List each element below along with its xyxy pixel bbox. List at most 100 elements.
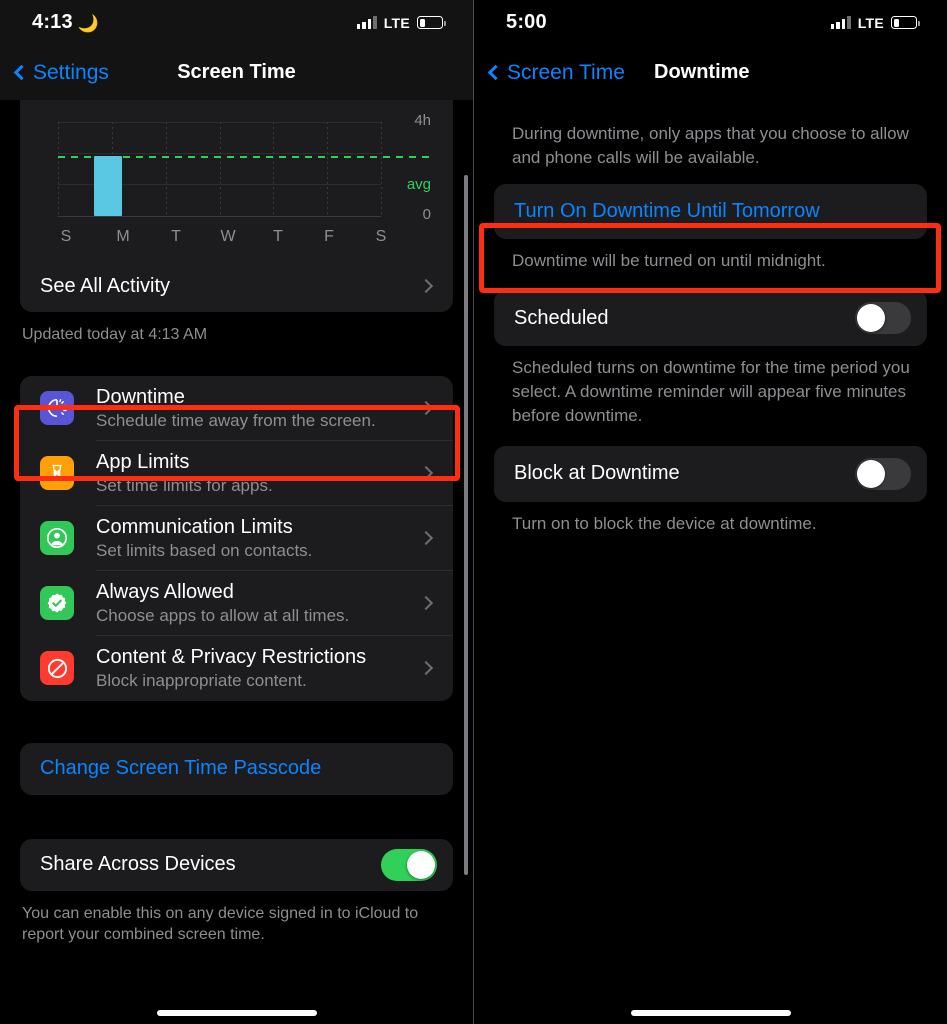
left-status-bar: 4:13 🌙 LTE xyxy=(0,0,473,45)
downtime-title: Downtime xyxy=(96,385,185,408)
downtime-subtitle: Schedule time away from the screen. xyxy=(96,410,376,430)
carrier-label: LTE xyxy=(857,14,884,31)
left-scroll-area[interactable]: 4h avg 0 S M T W T F S See All Activity xyxy=(0,100,473,1024)
screen-time-chart-card[interactable]: 4h avg 0 S M T W T F S See All Activity xyxy=(20,100,453,312)
hourglass-icon xyxy=(40,456,74,491)
block-at-downtime-toggle[interactable] xyxy=(855,457,911,490)
x-axis-label-6: S xyxy=(375,228,387,245)
block-at-downtime-note: Turn on to block the device at downtime. xyxy=(512,513,817,533)
vgridline-6 xyxy=(381,122,382,216)
share-across-devices-toggle[interactable] xyxy=(381,848,437,881)
block-at-downtime-card[interactable]: Block at Downtime xyxy=(494,445,927,502)
no-entry-icon xyxy=(40,651,74,686)
screen-time-features-card: Downtime Schedule time away from the scr… xyxy=(20,375,453,701)
chevron-right-icon xyxy=(418,278,434,294)
carrier-label: LTE xyxy=(383,14,410,31)
moon-clock-icon xyxy=(40,391,74,426)
change-passcode-row[interactable]: Change Screen Time Passcode xyxy=(20,743,453,795)
status-time: 4:13 xyxy=(32,11,73,33)
back-to-settings-button[interactable]: Settings xyxy=(13,60,109,85)
turn-on-downtime-button[interactable]: Turn On Downtime Until Tomorrow xyxy=(494,183,927,239)
person-circle-icon xyxy=(40,521,74,556)
share-across-devices-label: Share Across Devices xyxy=(40,853,236,876)
vgridline-3 xyxy=(219,122,221,216)
x-axis-label-0: S xyxy=(60,228,72,245)
passcode-card[interactable]: Change Screen Time Passcode xyxy=(20,742,453,795)
sidebar-item-communication-limits[interactable]: Communication Limits Set limits based on… xyxy=(20,506,453,571)
downtime-description: During downtime, only apps that you choo… xyxy=(512,124,909,167)
content-privacy-text-group: Content & Privacy Restrictions Block ina… xyxy=(96,646,421,691)
group-spacer-2 xyxy=(0,701,473,743)
cellular-signal-icon xyxy=(356,16,377,29)
chart-bar-monday xyxy=(93,155,122,216)
chevron-right-icon xyxy=(418,661,434,676)
weekly-usage-chart: 4h avg 0 S M T W T F S xyxy=(38,100,439,260)
back-label: Settings xyxy=(33,60,109,84)
chevron-right-icon xyxy=(418,466,434,481)
chevron-right-icon xyxy=(418,531,434,546)
sidebar-item-always-allowed[interactable]: Always Allowed Choose apps to allow at a… xyxy=(20,571,453,636)
chevron-right-icon xyxy=(418,596,434,611)
y-axis-label-max: 4h xyxy=(414,112,431,129)
block-at-downtime-label: Block at Downtime xyxy=(514,462,680,485)
app-limits-subtitle: Set time limits for apps. xyxy=(96,475,273,495)
vgridline-0 xyxy=(58,122,59,216)
crescent-moon-icon: 🌙 xyxy=(77,14,100,33)
checkmark-seal-icon xyxy=(40,586,74,621)
communication-limits-text-group: Communication Limits Set limits based on… xyxy=(96,516,421,561)
x-axis-label-1: M xyxy=(116,228,130,245)
app-limits-text-group: App Limits Set time limits for apps. xyxy=(96,451,421,496)
turn-on-downtime-note: Downtime will be turned on until midnigh… xyxy=(512,250,826,270)
right-phone-screen: 5:00 LTE Screen Time Downtime During dow… xyxy=(473,0,947,1024)
share-across-devices-card: Share Across Devices xyxy=(20,838,453,891)
right-status-bar: 5:00 LTE xyxy=(474,0,947,45)
scrollbar-thumb[interactable] xyxy=(464,175,468,875)
share-across-devices-footnote: You can enable this on any device signed… xyxy=(22,904,419,944)
right-status-time-group: 5:00 xyxy=(506,11,547,34)
see-all-activity-label: See All Activity xyxy=(40,274,171,297)
content-privacy-title: Content & Privacy Restrictions xyxy=(96,645,367,668)
back-to-screen-time-button[interactable]: Screen Time xyxy=(487,60,625,85)
x-axis-label-2: T xyxy=(171,228,181,245)
y-axis-label-avg: avg xyxy=(406,176,431,193)
home-indicator xyxy=(630,1010,791,1016)
right-nav-bar: Screen Time Downtime xyxy=(474,45,947,100)
group-spacer-3 xyxy=(0,795,473,839)
status-time: 5:00 xyxy=(506,11,547,33)
vgridline-4 xyxy=(273,122,275,216)
communication-limits-title: Communication Limits xyxy=(96,515,293,538)
left-nav-bar: Settings Screen Time xyxy=(0,45,473,100)
chevron-left-icon xyxy=(13,64,30,81)
chevron-left-icon xyxy=(487,64,504,81)
always-allowed-text-group: Always Allowed Choose apps to allow at a… xyxy=(96,581,421,626)
group-spacer-1 xyxy=(0,346,473,376)
left-status-indicators: LTE xyxy=(356,14,446,31)
share-label-group: Share Across Devices xyxy=(40,853,381,876)
left-phone-screen: 4:13 🌙 LTE Settings Screen Time 4h avg 0… xyxy=(0,0,473,1024)
communication-limits-subtitle: Set limits based on contacts. xyxy=(96,540,313,560)
chevron-right-icon xyxy=(418,401,434,416)
back-label: Screen Time xyxy=(507,60,625,84)
page-title: Downtime xyxy=(654,61,750,83)
battery-icon xyxy=(417,16,446,29)
vgridline-2 xyxy=(165,122,167,216)
sidebar-item-downtime[interactable]: Downtime Schedule time away from the scr… xyxy=(20,376,453,441)
left-status-time-group: 4:13 🌙 xyxy=(32,11,99,34)
scheduled-note: Scheduled turns on downtime for the time… xyxy=(512,358,910,425)
battery-icon xyxy=(891,16,920,29)
y-axis-label-min: 0 xyxy=(422,206,431,223)
downtime-text-group: Downtime Schedule time away from the scr… xyxy=(96,386,421,431)
always-allowed-title: Always Allowed xyxy=(96,580,234,603)
updated-timestamp: Updated today at 4:13 AM xyxy=(22,326,208,343)
change-passcode-label: Change Screen Time Passcode xyxy=(40,757,322,780)
app-limits-title: App Limits xyxy=(96,450,190,473)
sidebar-item-app-limits[interactable]: App Limits Set time limits for apps. xyxy=(20,441,453,506)
scheduled-toggle[interactable] xyxy=(855,302,911,335)
chart-plot-area xyxy=(58,122,433,217)
see-all-activity-body: See All Activity xyxy=(40,275,421,298)
sidebar-item-content-privacy[interactable]: Content & Privacy Restrictions Block ina… xyxy=(20,636,453,701)
share-across-devices-row[interactable]: Share Across Devices xyxy=(20,839,453,891)
see-all-activity-row[interactable]: See All Activity xyxy=(20,260,453,312)
x-axis-label-3: W xyxy=(220,228,236,245)
scheduled-card[interactable]: Scheduled xyxy=(494,290,927,347)
